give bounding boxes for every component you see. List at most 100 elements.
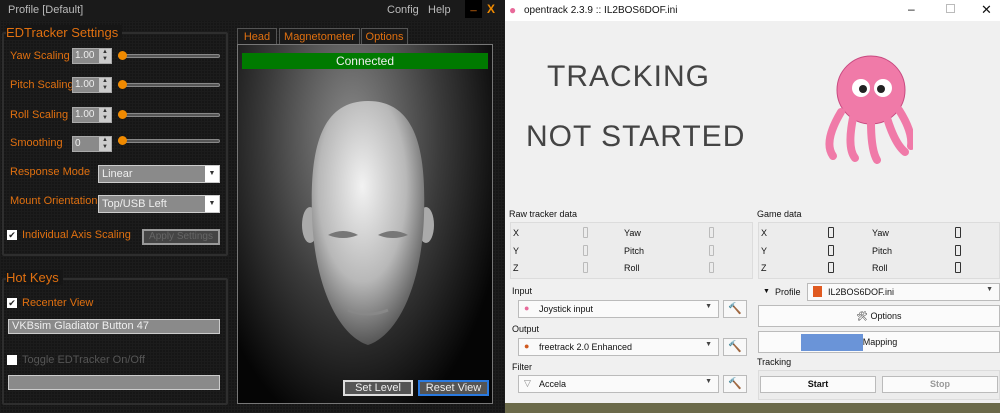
profile-file-icon <box>813 286 822 297</box>
game-yaw-value <box>955 227 961 238</box>
minimize-button[interactable]: – <box>908 2 915 16</box>
filter-select[interactable]: ▽ Accela ▼ <box>518 375 719 393</box>
tab-options[interactable]: Options <box>361 28 408 45</box>
octopus-logo-icon <box>825 55 913 164</box>
raw-yaw-label: Yaw <box>624 228 641 238</box>
pitch-slider-handle[interactable] <box>118 80 127 89</box>
game-x-label: X <box>761 228 768 238</box>
raw-yaw-value <box>709 227 714 238</box>
output-settings-button[interactable]: 🔨 <box>723 338 747 356</box>
output-select[interactable]: ● freetrack 2.0 Enhanced ▼ <box>518 338 719 356</box>
game-data-box: X Y Z Yaw Pitch Roll <box>758 222 1000 279</box>
individual-axis-checkbox[interactable]: ✔ <box>7 230 17 240</box>
chevron-down-icon: ▼ <box>705 341 712 348</box>
raw-roll-value <box>709 262 714 273</box>
raw-y-label: Y <box>513 246 520 256</box>
tab-magnetometer[interactable]: Magnetometer <box>279 28 360 45</box>
recenter-label: Recenter View <box>22 297 94 309</box>
opentrack-window: ● opentrack 2.3.9 :: IL2BOS6DOF.ini – ✕ … <box>505 0 1000 403</box>
response-mode-select[interactable]: Linear ▼ <box>98 165 220 183</box>
close-button[interactable]: X <box>487 2 495 16</box>
wrench-icon: 🔨 <box>728 303 742 315</box>
input-select[interactable]: ● Joystick input ▼ <box>518 300 719 318</box>
yaw-slider-handle[interactable] <box>118 51 127 60</box>
tab-head[interactable]: Head <box>237 28 277 45</box>
game-z-label: Z <box>761 263 767 273</box>
yaw-spinbox[interactable]: 1.00 ▲ ▼ <box>72 48 112 64</box>
input-label: Input <box>512 286 533 296</box>
chevron-down-icon: ▼ <box>205 196 219 212</box>
smoothing-slider[interactable] <box>118 139 220 143</box>
raw-pitch-label: Pitch <box>624 246 645 256</box>
raw-tracker-box: X Y Z Yaw Pitch Roll <box>510 222 753 279</box>
menu-config[interactable]: Config <box>387 4 419 16</box>
close-button[interactable]: ✕ <box>981 2 992 18</box>
game-pitch-label: Pitch <box>872 246 893 256</box>
hotkeys-title: Hot Keys <box>6 270 63 285</box>
yaw-slider[interactable] <box>118 54 220 58</box>
chevron-down-icon: ▼ <box>705 378 712 385</box>
game-data-title: Game data <box>757 209 802 219</box>
minimize-button[interactable]: _ <box>465 0 482 18</box>
options-button[interactable]: 🛠 Options <box>758 305 1000 327</box>
tracking-status-line1: TRACKING <box>547 60 711 93</box>
mount-orientation-select[interactable]: Top/USB Left ▼ <box>98 195 220 213</box>
smoothing-spinbox[interactable]: 0 ▲ ▼ <box>72 136 112 152</box>
start-button[interactable]: Start <box>760 376 876 393</box>
roll-label: Roll Scaling <box>10 109 69 121</box>
game-roll-label: Roll <box>872 263 888 273</box>
menu-help[interactable]: Help <box>428 4 451 16</box>
mapping-curve-icon <box>800 334 863 352</box>
head-view-panel: Connected Set Level Reset View <box>237 44 493 404</box>
octopus-app-icon: ● <box>509 3 517 17</box>
game-x-value <box>828 227 834 238</box>
reset-view-button[interactable]: Reset View <box>418 380 489 396</box>
freetrack-icon: ● <box>524 341 530 351</box>
set-level-button[interactable]: Set Level <box>343 380 413 396</box>
output-label: Output <box>512 324 540 334</box>
game-roll-value <box>955 262 961 273</box>
recenter-key-field[interactable]: VKBsim Gladiator Button 47 <box>8 319 220 334</box>
title-bar: Profile [Default] Config Help _ X <box>0 0 505 21</box>
input-settings-button[interactable]: 🔨 <box>723 300 747 318</box>
mapping-button[interactable]: Mapping <box>758 331 1000 353</box>
smoothing-label: Smoothing <box>10 137 63 149</box>
stop-button[interactable]: Stop <box>882 376 998 393</box>
raw-x-label: X <box>513 228 520 238</box>
apply-settings-button[interactable]: Apply Settings <box>142 229 220 245</box>
title-bar: ● opentrack 2.3.9 :: IL2BOS6DOF.ini – ✕ <box>505 0 1000 21</box>
raw-pitch-value <box>709 245 714 256</box>
smoothing-slider-handle[interactable] <box>118 136 127 145</box>
toggle-checkbox[interactable] <box>7 355 17 365</box>
chevron-down-icon: ▼ <box>705 303 712 310</box>
game-z-value <box>828 262 834 273</box>
raw-z-value <box>583 262 588 273</box>
wrench-icon: 🔨 <box>728 378 742 390</box>
profile-menu-arrow-icon[interactable]: ▼ <box>763 288 770 295</box>
profile-select[interactable]: IL2BOS6DOF.ini ▼ <box>807 283 1000 301</box>
tracking-label: Tracking <box>757 357 792 367</box>
joystick-icon: ● <box>524 303 530 313</box>
filter-settings-button[interactable]: 🔨 <box>723 375 747 393</box>
tools-icon: 🛠 <box>856 311 868 321</box>
roll-slider-handle[interactable] <box>118 110 127 119</box>
roll-slider[interactable] <box>118 113 220 117</box>
roll-spinbox[interactable]: 1.00 ▲ ▼ <box>72 107 112 123</box>
tracking-status-line2: NOT STARTED <box>526 120 746 153</box>
recenter-checkbox[interactable]: ✔ <box>7 298 17 308</box>
pitch-spinbox[interactable]: 1.00 ▲ ▼ <box>72 77 112 93</box>
yaw-label: Yaw Scaling <box>10 50 70 62</box>
raw-x-value <box>583 227 588 238</box>
game-pitch-value <box>955 245 961 256</box>
game-yaw-label: Yaw <box>872 228 889 238</box>
pitch-slider[interactable] <box>118 83 220 87</box>
profile-label[interactable]: Profile <box>775 287 801 297</box>
game-y-value <box>828 245 834 256</box>
raw-y-value <box>583 245 588 256</box>
connection-status: Connected <box>242 53 488 69</box>
toggle-key-field[interactable] <box>8 375 220 390</box>
window-title: Profile [Default] <box>8 4 84 16</box>
raw-roll-label: Roll <box>624 263 640 273</box>
maximize-button[interactable] <box>946 4 955 13</box>
head-model-icon <box>302 101 434 345</box>
